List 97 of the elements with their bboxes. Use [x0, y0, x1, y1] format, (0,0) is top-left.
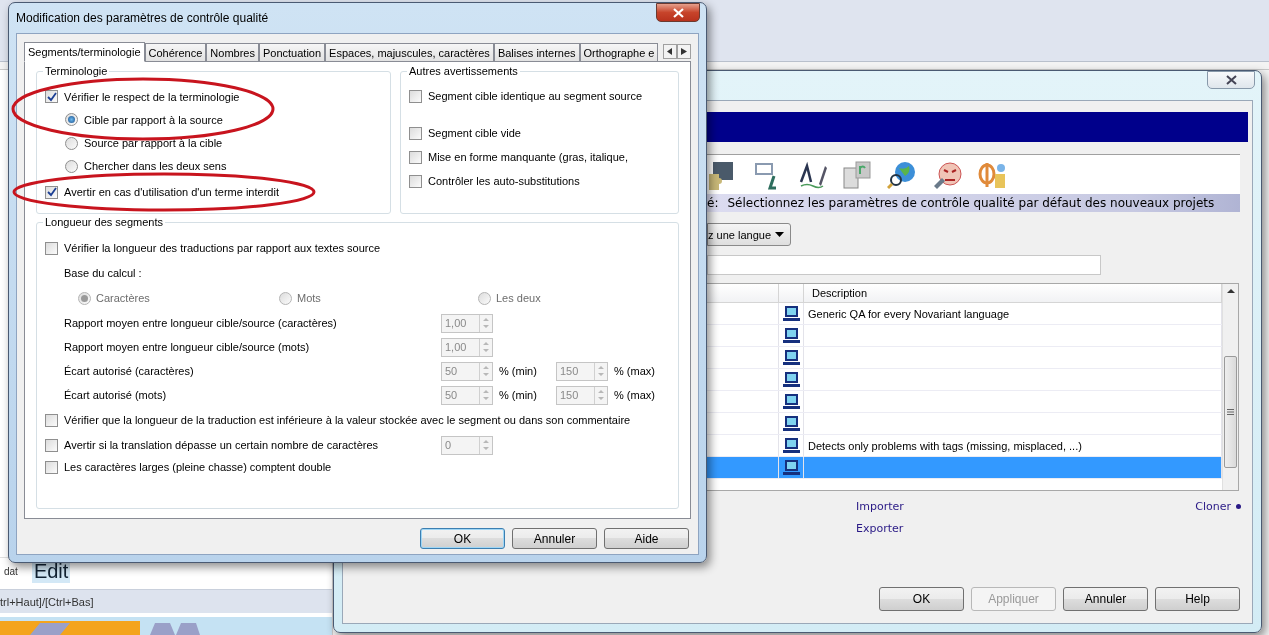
monitor-icon: [783, 415, 800, 432]
option-label: Caractères: [96, 292, 150, 304]
bullet-icon: [1236, 504, 1241, 509]
info-text: Sélectionnez les paramètres de contrôle qualité par défaut des nouveaux projets: [727, 196, 1215, 211]
tab-scroll-left-button[interactable]: [663, 44, 677, 59]
checkbox[interactable]: [45, 460, 58, 474]
checkbox[interactable]: [45, 90, 58, 104]
checkbox[interactable]: [409, 90, 422, 103]
search-globe-icon[interactable]: [887, 159, 917, 190]
option-label: Vérifier le respect de la terminologie: [64, 90, 240, 103]
option-label: Les caractères larges (pleine chasse) comptent double: [64, 461, 332, 473]
tab[interactable]: Ponctuation: [258, 43, 326, 61]
checkbox[interactable]: [45, 413, 58, 427]
monitor-icon: [783, 371, 800, 388]
field-label: Écart autorisé (caractères): [64, 365, 195, 377]
option-label: Vérifier que la longueur de la traduction est inférieure à la valeur stockée avec le segment ou dans son commentaire: [64, 414, 631, 426]
checkbox[interactable]: [409, 174, 422, 188]
table-cell: Detects only problems with tags (missing, misplaced, ...): [808, 439, 1082, 452]
unit-label: % (min): [499, 389, 538, 401]
dialog-button[interactable]: OK: [879, 587, 964, 611]
section-label: Base du calcul :: [64, 267, 142, 279]
grip-icon: [1227, 409, 1234, 415]
tab[interactable]: Cohérence: [144, 43, 207, 61]
tab[interactable]: Nombres: [206, 43, 259, 61]
import-link[interactable]: Importer: [856, 500, 1196, 513]
group-title: Terminologie: [43, 65, 110, 77]
field-label: Écart autorisé (mots): [64, 389, 168, 401]
checkbox[interactable]: [45, 438, 58, 452]
option-label: Vérifier la longueur des traductions par rapport aux textes source: [64, 242, 381, 254]
status-hint: trl+Haut]/[Ctrl+Bas]: [0, 589, 332, 613]
monitor-icon: [783, 349, 800, 366]
info-label: é:: [707, 196, 719, 211]
input-field[interactable]: [707, 255, 1101, 275]
table-row[interactable]: [707, 369, 1222, 391]
option-label: Les deux: [496, 292, 541, 304]
close-button[interactable]: [656, 3, 700, 22]
group-title: Longueur des segments: [43, 216, 166, 228]
table-row[interactable]: [707, 391, 1222, 413]
left-arrow-icon: [667, 48, 673, 55]
option-label: Contrôler les auto-substitutions: [428, 175, 580, 187]
dialog-button[interactable]: OK: [420, 528, 505, 549]
dialog-button[interactable]: Aide: [604, 528, 689, 549]
window-title: Modification des paramètres de contrôle qualité: [16, 11, 269, 25]
monitor-icon: [783, 327, 800, 344]
table-row[interactable]: Detects only problems with tags (missing, misplaced, ...): [707, 435, 1222, 457]
field-label: Rapport moyen entre longueur cible/source (caractères): [64, 317, 338, 329]
scrollbar[interactable]: [1222, 284, 1238, 490]
option-label: Mots: [297, 292, 321, 304]
right-arrow-icon: [681, 48, 687, 55]
dialog-button[interactable]: Help: [1155, 587, 1240, 611]
table-row[interactable]: [707, 325, 1222, 347]
angry-face-icon[interactable]: [932, 159, 962, 190]
row-label: dat: [4, 566, 18, 577]
table-row[interactable]: [707, 347, 1222, 369]
option-label: Segment cible vide: [428, 127, 521, 139]
monitor-icon: [783, 459, 800, 476]
dialog-button[interactable]: Annuler: [512, 528, 597, 549]
export-link[interactable]: Exporter: [856, 522, 1196, 535]
close-button[interactable]: [1207, 71, 1255, 89]
monitor-icon: [783, 305, 800, 322]
tab[interactable]: Orthographe e: [579, 43, 659, 61]
monitor-icon: [783, 393, 800, 410]
tab[interactable]: Segments/terminologie: [24, 42, 145, 62]
clone-link[interactable]: Cloner: [1195, 500, 1231, 513]
table-row[interactable]: Generic QA for every Novariant language: [707, 303, 1222, 325]
option-label: Avertir en cas d'utilisation d'un terme interdit: [64, 186, 279, 199]
table-row[interactable]: [707, 457, 1222, 479]
tab[interactable]: Balises internes: [493, 43, 580, 61]
option-label: Cible par rapport à la source: [84, 113, 223, 126]
checkbox[interactable]: [409, 150, 422, 164]
radio-button[interactable]: [65, 136, 78, 150]
close-icon: [672, 7, 684, 18]
table-cell: Generic QA for every Novariant language: [808, 307, 1010, 320]
table-row[interactable]: [707, 413, 1222, 435]
unit-label: % (min): [499, 365, 538, 377]
option-label: Chercher dans les deux sens: [84, 160, 227, 173]
radio-button[interactable]: [65, 113, 78, 127]
option-label: Avertir si la translation dépasse un certain nombre de caractères: [64, 439, 379, 451]
caret-icon: [775, 232, 784, 237]
checkbox[interactable]: [45, 185, 58, 199]
option-label: Segment cible identique au segment source: [428, 90, 643, 102]
radio-button[interactable]: [65, 159, 78, 173]
dialog-button[interactable]: Annuler: [1063, 587, 1148, 611]
close-icon: [1225, 75, 1237, 85]
option-label: Source par rapport à la cible: [84, 137, 223, 150]
field-label: Rapport moyen entre longueur cible/source (mots): [64, 341, 311, 353]
monitor-icon: [783, 437, 800, 454]
option-label: Mise en forme manquante (gras, italique,: [428, 151, 628, 163]
tab[interactable]: Espaces, majuscules, caractères: [325, 43, 494, 61]
checkbox[interactable]: [409, 126, 422, 140]
tab-scroll-right-button[interactable]: [677, 44, 691, 59]
unit-label: % (max): [614, 389, 656, 401]
checkbox[interactable]: [45, 241, 58, 255]
group-title: Autres avertissements: [407, 65, 520, 77]
unit-label: % (max): [614, 365, 656, 377]
documents-icon[interactable]: [842, 159, 872, 190]
language-dropdown[interactable]: z une langue: [707, 223, 791, 246]
